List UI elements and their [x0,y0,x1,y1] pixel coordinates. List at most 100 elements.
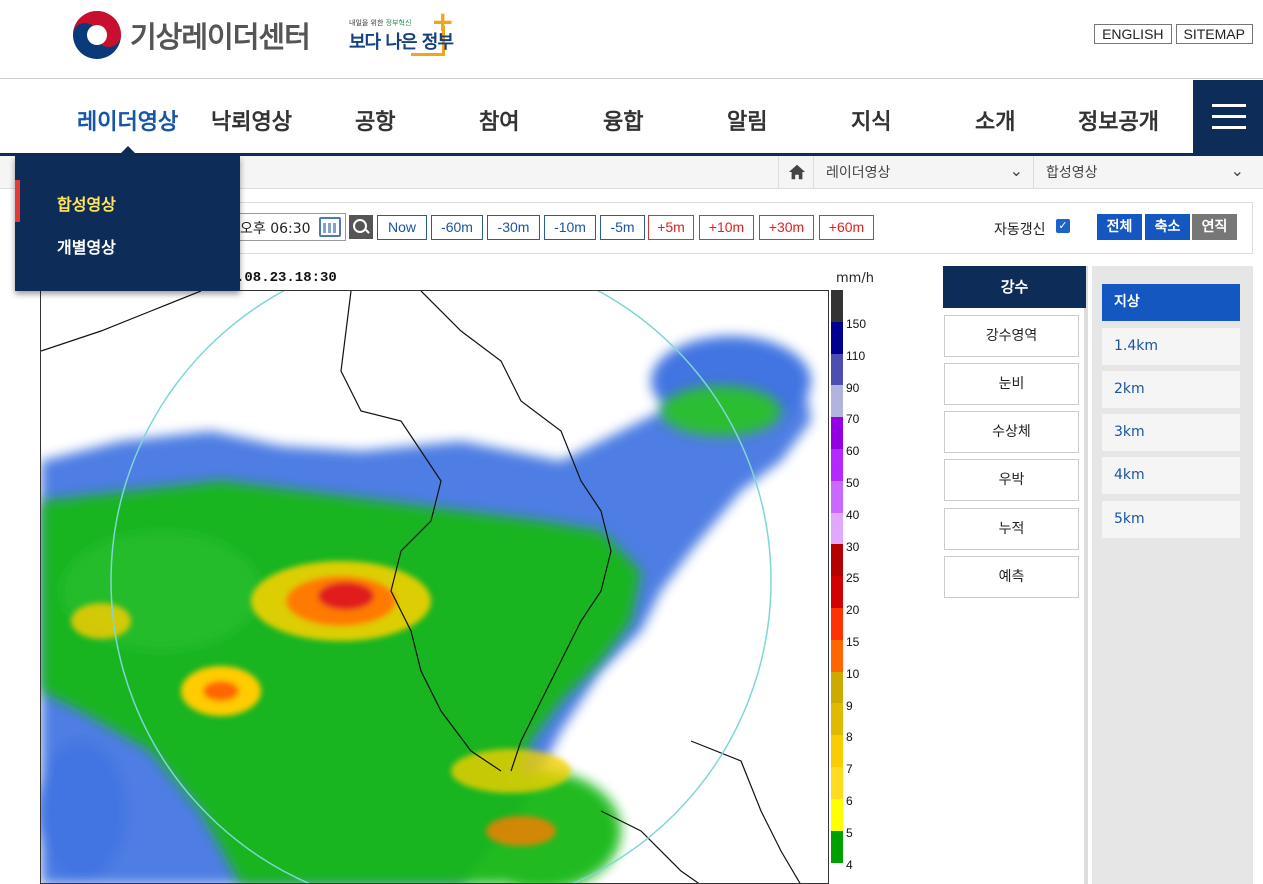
gov-slogan-prefix: 내일을 위한 [349,19,386,27]
legend-swatch [831,798,843,832]
gov-slogan-highlight: 정부혁신 [385,19,412,27]
plus-5m-button[interactable]: +5m [648,215,694,240]
breadcrumb-select-level2[interactable]: 합성영상 ⌄ [1034,156,1254,188]
legend-label: 40 [846,507,860,522]
view-shrink-button[interactable]: 축소 [1145,214,1190,240]
legend-swatch [831,417,843,450]
altitude-item-4km[interactable]: 4km [1102,457,1240,494]
legend-label: 150 [846,317,867,331]
home-button[interactable] [778,156,814,188]
active-indicator [15,180,20,222]
legend-label: 9 [846,698,853,713]
english-button[interactable]: ENGLISH [1094,24,1172,44]
calendar-icon[interactable] [319,217,341,237]
legend-label: 6 [846,794,853,808]
legend-swatch [831,353,843,386]
legend-label: 25 [846,571,860,586]
altitude-item-5km[interactable]: 5km [1102,501,1240,538]
site-logo[interactable]: 기상레이더센터 [72,10,311,60]
legend-swatch [831,671,843,704]
submenu-item-individual[interactable]: 개별영상 [57,234,116,258]
precip-item-accumulated[interactable]: 누적 [944,508,1079,550]
now-button[interactable]: Now [377,215,427,240]
nav-item-airport[interactable]: 공항 [355,104,395,136]
legend-label: 7 [846,762,853,777]
view-vertical-button[interactable]: 연직 [1192,214,1237,240]
top-header: 기상레이더센터 내일을 위한 정부혁신 보다 나은 정부 + ENGLISH S… [0,0,1263,79]
precip-item-rain-snow[interactable]: 눈비 [944,363,1079,405]
chevron-down-icon: ⌄ [1230,161,1244,180]
legend-label: 60 [846,444,860,459]
nav-item-fusion[interactable]: 융합 [603,104,643,136]
active-nav-pointer [118,146,138,156]
legend-label: 70 [846,412,860,427]
precip-item-hail[interactable]: 우박 [944,459,1079,501]
altitude-item-1-4km[interactable]: 1.4km [1102,328,1240,365]
precip-item-area[interactable]: 강수영역 [944,315,1079,357]
legend-swatch [831,544,843,577]
search-icon[interactable] [349,215,373,239]
legend-label: 90 [846,380,860,395]
legend-label: 8 [846,730,853,745]
radar-viewer: .08.23.18:30 mm/h 150 110 90 70 60 50 40… [40,266,880,884]
precip-panel-header[interactable]: 강수 [943,266,1086,308]
view-full-button[interactable]: 전체 [1097,214,1142,240]
legend-swatch [831,449,843,482]
legend-label: 10 [846,666,860,681]
legend-swatch [831,830,843,863]
nav-item-knowledge[interactable]: 지식 [851,104,891,136]
legend-label: 15 [846,635,860,649]
legend-swatch [831,480,843,514]
nav-item-radar[interactable]: 레이더영상 [77,104,178,136]
legend-label: 110 [846,348,866,363]
plus-10m-button[interactable]: +10m [699,215,754,240]
minus-60m-button[interactable]: -60m [431,215,483,240]
nav-item-notice[interactable]: 알림 [727,104,767,136]
legend-swatch [831,608,843,641]
altitude-item-2km[interactable]: 2km [1102,371,1240,408]
minus-10m-button[interactable]: -10m [544,215,596,240]
legend-swatch [831,639,843,673]
nav-item-lightning[interactable]: 낙뢰영상 [211,104,292,136]
radar-map-graphic [41,291,828,883]
government-brand-logo[interactable]: 내일을 위한 정부혁신 보다 나은 정부 + [349,8,459,60]
radar-composite-image[interactable] [40,290,829,884]
altitude-item-ground[interactable]: 지상 [1102,284,1240,321]
main-nav: 레이더영상 낙뢰영상 공항 참여 융합 알림 지식 소개 정보공개 [0,80,1263,156]
nav-item-participation[interactable]: 참여 [479,104,519,136]
sitemap-button[interactable]: SITEMAP [1175,24,1253,44]
legend-swatch [831,385,843,418]
legend-swatch [831,735,843,768]
altitude-item-3km[interactable]: 3km [1102,414,1240,451]
minus-30m-button[interactable]: -30m [487,215,540,240]
menu-button[interactable] [1193,80,1263,156]
precip-item-hydrometeor[interactable]: 수상체 [944,411,1079,453]
taegeuk-emblem-icon [73,11,121,59]
breadcrumb-level1-label: 레이더영상 [826,165,891,181]
submenu-item-composite[interactable]: 합성영상 [57,191,116,215]
time-input[interactable]: 오후 06:30 [236,213,346,241]
breadcrumb-select-level1[interactable]: 레이더영상 ⌄ [814,156,1034,188]
legend-label: 5 [846,825,853,840]
legend-label: 30 [846,539,860,554]
legend-swatch [831,290,843,323]
legend-swatch [831,512,843,545]
legend-swatch [831,767,843,800]
site-name: 기상레이더센터 [130,20,311,54]
nav-item-disclosure[interactable]: 정보공개 [1078,104,1159,136]
legend-label: 20 [846,603,860,618]
home-icon [788,164,806,180]
plus-icon: + [431,5,455,38]
plus-60m-button[interactable]: +60m [819,215,874,240]
legend-swatch [831,703,843,736]
time-value: 오후 06:30 [240,221,311,237]
minus-5m-button[interactable]: -5m [600,215,645,240]
radar-timestamp: .08.23.18:30 [236,270,337,286]
precip-item-forecast[interactable]: 예측 [944,556,1079,598]
breadcrumb-level2-label: 합성영상 [1046,165,1098,181]
precipitation-color-legend [831,290,843,884]
auto-refresh-label: 자동갱신 [994,222,1046,238]
nav-item-about[interactable]: 소개 [975,104,1015,136]
plus-30m-button[interactable]: +30m [759,215,814,240]
auto-refresh-checkbox[interactable]: ✓ [1056,219,1070,233]
